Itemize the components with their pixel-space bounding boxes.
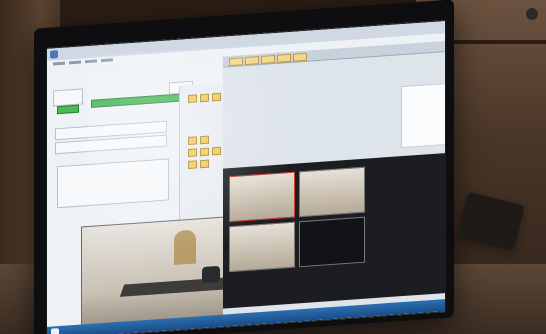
ptz-key[interactable] [200, 159, 209, 169]
toolbar-button[interactable] [229, 57, 243, 67]
camera-thumbnail[interactable] [299, 166, 365, 218]
menu-item[interactable] [69, 60, 81, 65]
ptz-key[interactable] [188, 160, 197, 170]
ptz-key[interactable] [188, 136, 197, 146]
app-icon [50, 50, 58, 59]
camera-key[interactable] [212, 92, 221, 102]
toolbar-button[interactable] [293, 52, 307, 62]
room-people [202, 265, 220, 284]
menu-item[interactable] [101, 58, 113, 63]
toolbar-button[interactable] [261, 54, 275, 64]
camera-thumbnails [223, 153, 445, 309]
status-button[interactable] [57, 104, 79, 115]
camera-thumbnail[interactable] [229, 221, 295, 273]
camera-thumbnail[interactable] [229, 171, 295, 223]
toolbar-button[interactable] [277, 53, 291, 63]
room-arch [174, 229, 196, 266]
wall-fixture [526, 8, 538, 20]
camera-key[interactable] [200, 93, 209, 103]
ptz-key[interactable] [212, 146, 221, 156]
menu-item[interactable] [53, 61, 65, 66]
menu-item[interactable] [85, 59, 97, 64]
camera-thumbnail[interactable] [299, 216, 365, 268]
monitor-screen [46, 20, 446, 334]
notes-area[interactable] [57, 158, 169, 209]
camera-key[interactable] [188, 94, 197, 104]
photo-scene [0, 0, 546, 334]
ptz-key[interactable] [200, 135, 209, 145]
ptz-key[interactable] [188, 148, 197, 158]
toolbar-button[interactable] [245, 56, 259, 66]
ptz-key[interactable] [200, 147, 209, 157]
preview-window [401, 76, 446, 149]
control-panel-left [47, 56, 253, 334]
start-button[interactable] [51, 328, 59, 334]
